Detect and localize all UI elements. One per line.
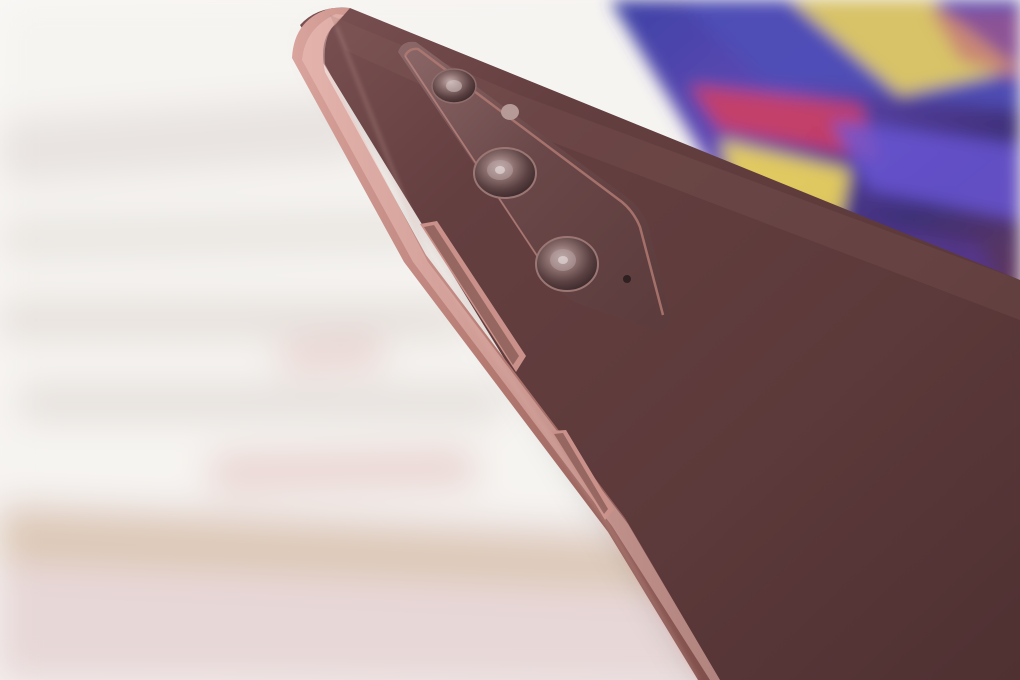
photo-scene bbox=[0, 0, 1020, 680]
flash-icon bbox=[501, 104, 519, 120]
microphone-hole-icon bbox=[623, 275, 631, 283]
phone-photo bbox=[0, 0, 1020, 680]
